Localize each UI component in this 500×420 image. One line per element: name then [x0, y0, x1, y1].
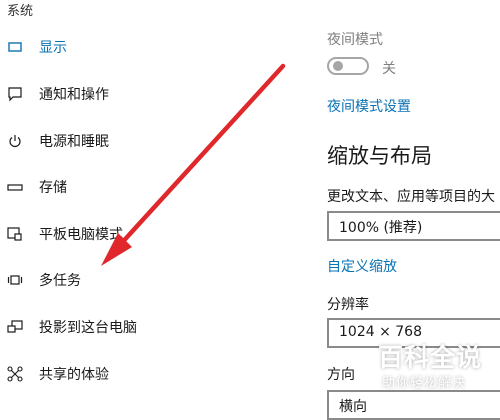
resolution-label: 分辨率 [327, 297, 369, 313]
custom-scaling-link[interactable]: 自定义缩放 [327, 256, 397, 276]
night-light-state: 关 [382, 61, 396, 77]
watermark: 百科全说 助你轻松解决 [368, 336, 500, 401]
text-size-label: 更改文本、应用等项目的大 [327, 189, 495, 205]
watermark-title: 百科全说 [378, 343, 483, 372]
toggle-knob [333, 61, 343, 71]
watermark-subtitle: 助你轻松解决 [382, 376, 467, 391]
orientation-value: 横向 [339, 399, 367, 415]
orientation-label: 方向 [327, 367, 355, 383]
night-light-title: 夜间模式 [327, 32, 383, 48]
text-size-select[interactable]: 100% (推荐) [327, 211, 500, 241]
scale-layout-heading: 缩放与布局 [327, 144, 432, 168]
text-size-value: 100% (推荐) [339, 220, 423, 236]
night-light-toggle[interactable] [327, 57, 369, 75]
night-light-settings-link[interactable]: 夜间模式设置 [327, 96, 411, 116]
